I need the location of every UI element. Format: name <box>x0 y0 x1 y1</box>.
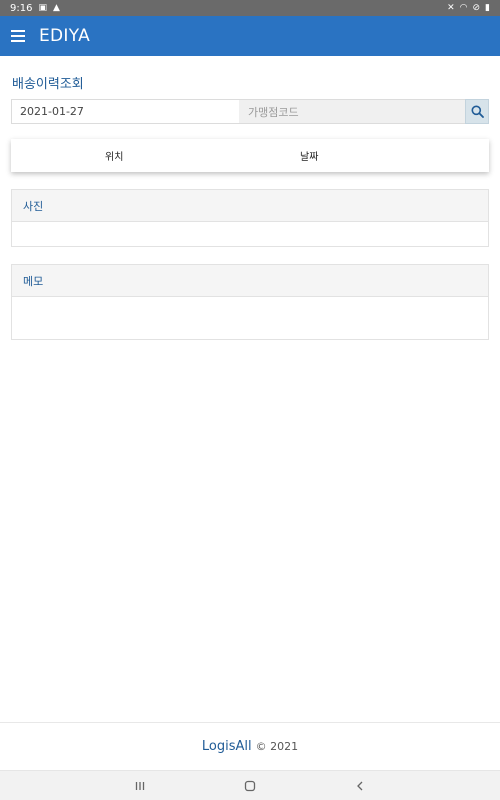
footer: LogisAll © 2021 <box>0 722 500 770</box>
status-time: 9:16 <box>10 2 33 14</box>
tab-location[interactable]: 위치 <box>105 148 123 163</box>
recent-apps-icon <box>135 782 145 790</box>
battery-icon: ▮ <box>485 2 490 13</box>
hamburger-menu-icon[interactable] <box>11 30 25 42</box>
recent-apps-button[interactable] <box>130 777 150 795</box>
app-title: EDIYA <box>39 26 91 46</box>
wifi-icon: ◠ <box>459 2 468 13</box>
status-bar: 9:16 ▣ ▲ ✕ ◠ ⊘ ▮ <box>0 0 500 16</box>
memo-panel: 메모 <box>11 264 489 340</box>
mute-icon: ✕ <box>447 2 455 13</box>
photo-panel: 사진 <box>11 189 489 247</box>
home-button[interactable] <box>240 777 260 795</box>
system-nav-bar <box>0 770 500 800</box>
search-button[interactable] <box>465 99 489 124</box>
search-icon <box>471 105 484 118</box>
page-title: 배송이력조회 <box>12 77 84 92</box>
back-button[interactable] <box>350 777 370 795</box>
app-bar: EDIYA <box>0 16 500 56</box>
footer-copyright: © 2021 <box>255 740 299 753</box>
memo-panel-title: 메모 <box>12 265 488 297</box>
home-icon <box>244 780 256 792</box>
photo-panel-title: 사진 <box>12 190 488 222</box>
do-not-disturb-icon: ⊘ <box>472 2 481 13</box>
warning-notification-icon: ▲ <box>52 2 60 13</box>
store-code-input[interactable]: 가맹점코드 <box>239 99 465 124</box>
tab-date[interactable]: 날짜 <box>300 148 318 163</box>
footer-brand: LogisAll <box>201 739 252 754</box>
search-row: 2021-01-27 가맹점코드 <box>11 99 489 124</box>
tab-bar: 위치 날짜 <box>11 139 489 172</box>
back-icon <box>357 781 363 791</box>
gallery-notification-icon: ▣ <box>38 2 47 13</box>
date-field[interactable]: 2021-01-27 <box>11 99 239 124</box>
